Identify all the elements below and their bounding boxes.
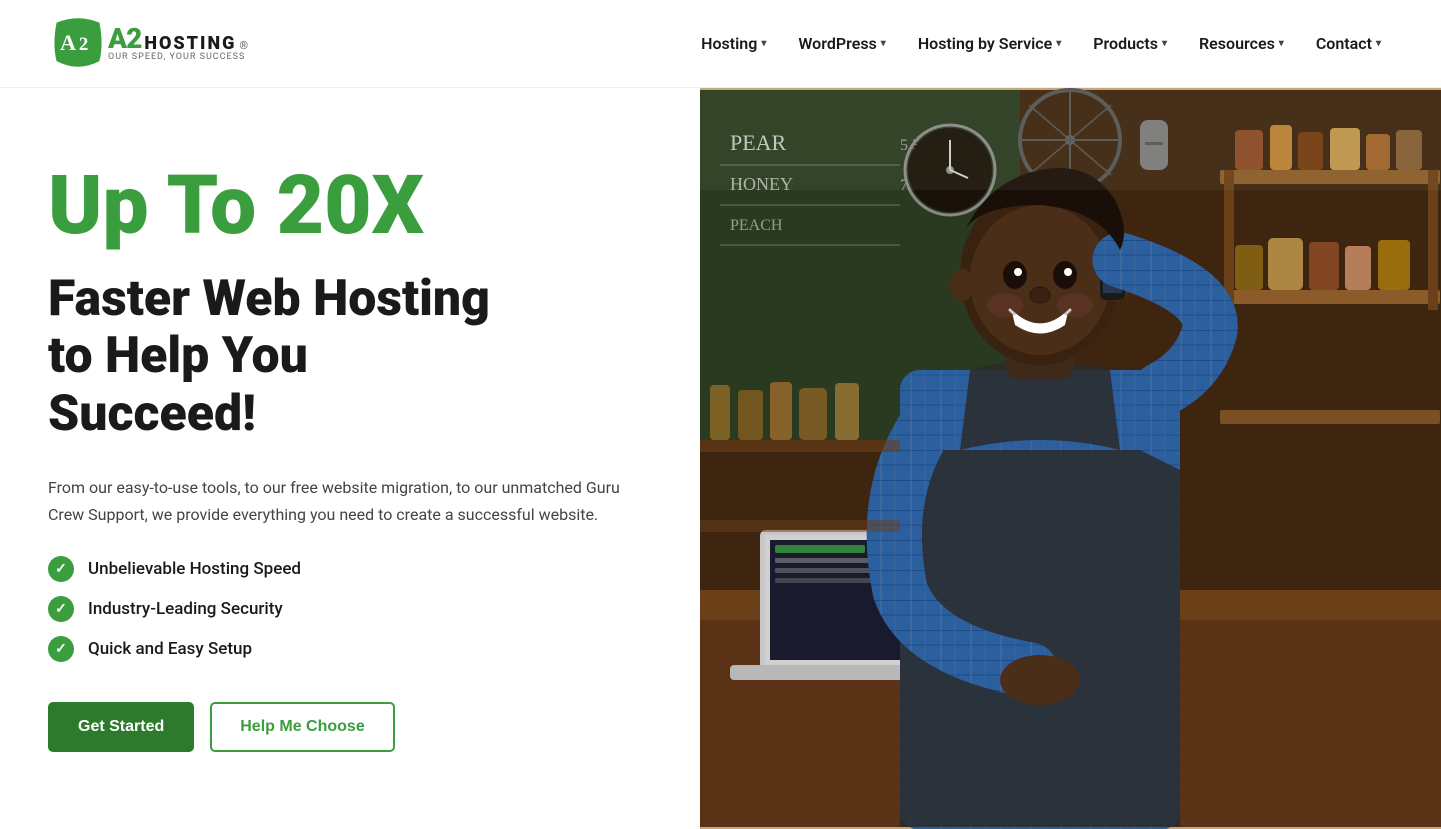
nav-item-hosting-by-service[interactable]: Hosting by Service ▾ — [906, 26, 1073, 61]
chevron-down-icon: ▾ — [1162, 38, 1167, 49]
hero-section: Up To 20X Faster Web Hosting to Help You… — [0, 88, 1441, 829]
feature-item-speed: Unbelievable Hosting Speed — [48, 556, 652, 582]
hero-description: From our easy-to-use tools, to our free … — [48, 475, 652, 528]
feature-item-setup: Quick and Easy Setup — [48, 636, 652, 662]
check-icon-setup — [48, 636, 74, 662]
feature-item-security: Industry-Leading Security — [48, 596, 652, 622]
logo-icon: A 2 — [48, 14, 108, 74]
chevron-down-icon: ▾ — [1376, 38, 1381, 49]
nav-item-contact[interactable]: Contact ▾ — [1304, 26, 1393, 61]
nav-item-hosting[interactable]: Hosting ▾ — [689, 26, 778, 61]
hero-subtitle: Faster Web Hosting to Help You Succeed! — [48, 271, 652, 444]
svg-text:2: 2 — [79, 34, 88, 55]
chevron-down-icon: ▾ — [1056, 38, 1061, 49]
hero-content: Up To 20X Faster Web Hosting to Help You… — [0, 88, 700, 829]
hero-scene-svg: PEAR HONEY PEACH 5.5 7 — [700, 88, 1441, 829]
hero-image: PEAR HONEY PEACH 5.5 7 — [700, 88, 1441, 829]
chevron-down-icon: ▾ — [881, 38, 886, 49]
chevron-down-icon: ▾ — [761, 38, 766, 49]
check-icon-security — [48, 596, 74, 622]
svg-text:A: A — [60, 30, 76, 55]
nav-menu: Hosting ▾ WordPress ▾ Hosting by Service… — [689, 26, 1393, 61]
logo-registered: ® — [239, 40, 248, 51]
chevron-down-icon: ▾ — [1279, 38, 1284, 49]
nav-item-resources[interactable]: Resources ▾ — [1187, 26, 1296, 61]
logo-hosting-label: HOSTING — [144, 35, 236, 53]
check-icon-speed — [48, 556, 74, 582]
svg-text:PEACH: PEACH — [730, 217, 783, 234]
logo-tagline: OUR SPEED, YOUR SUCCESS — [108, 53, 248, 62]
cta-buttons: Get Started Help Me Choose — [48, 702, 652, 752]
nav-item-wordpress[interactable]: WordPress ▾ — [786, 26, 897, 61]
navbar: A 2 A2 HOSTING ® OUR SPEED, YOUR SUCCESS… — [0, 0, 1441, 88]
help-me-choose-button[interactable]: Help Me Choose — [210, 702, 394, 752]
logo[interactable]: A 2 A2 HOSTING ® OUR SPEED, YOUR SUCCESS — [48, 14, 248, 74]
logo-a2-text: A2 — [108, 25, 141, 53]
feature-list: Unbelievable Hosting Speed Industry-Lead… — [48, 556, 652, 662]
get-started-button[interactable]: Get Started — [48, 702, 194, 752]
hero-headline: Up To 20X — [48, 165, 652, 247]
nav-item-products[interactable]: Products ▾ — [1081, 26, 1179, 61]
